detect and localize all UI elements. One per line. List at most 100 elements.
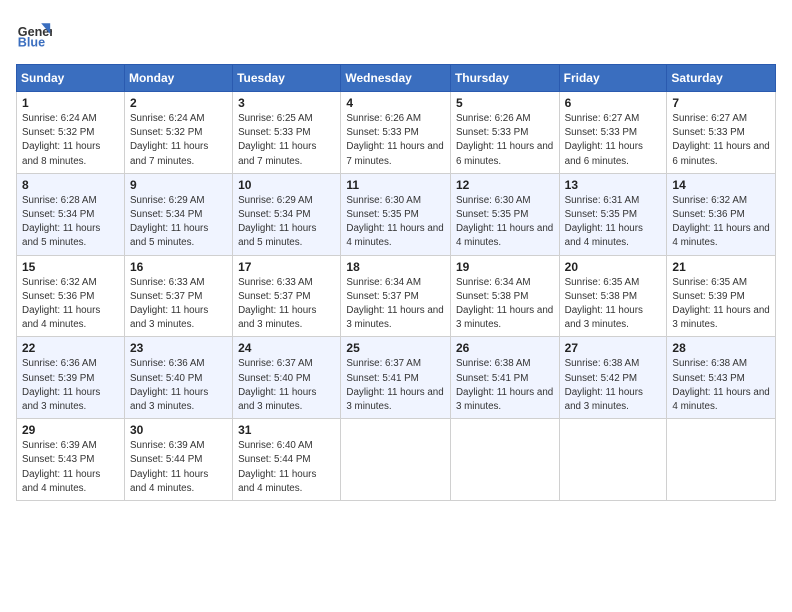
day-info: Sunrise: 6:26 AMSunset: 5:33 PMDaylight:… <box>456 112 554 169</box>
day-info: Sunrise: 6:27 AMSunset: 5:33 PMDaylight:… <box>565 112 662 169</box>
day-info: Sunrise: 6:37 AMSunset: 5:40 PMDaylight:… <box>238 357 335 414</box>
calendar-table: SundayMondayTuesdayWednesdayThursdayFrid… <box>16 64 776 501</box>
calendar-cell: 21Sunrise: 6:35 AMSunset: 5:39 PMDayligh… <box>667 255 776 337</box>
day-number: 20 <box>565 260 662 274</box>
day-number: 23 <box>130 341 227 355</box>
day-info: Sunrise: 6:30 AMSunset: 5:35 PMDaylight:… <box>346 194 445 251</box>
day-info: Sunrise: 6:35 AMSunset: 5:38 PMDaylight:… <box>565 276 662 333</box>
day-number: 7 <box>672 96 770 110</box>
day-info: Sunrise: 6:26 AMSunset: 5:33 PMDaylight:… <box>346 112 445 169</box>
calendar-cell: 10Sunrise: 6:29 AMSunset: 5:34 PMDayligh… <box>233 173 341 255</box>
day-info: Sunrise: 6:39 AMSunset: 5:44 PMDaylight:… <box>130 439 227 496</box>
calendar-cell: 31 Sunrise: 6:40 AMSunset: 5:44 PMDayligh… <box>233 419 341 501</box>
day-number: 31 <box>238 423 335 437</box>
day-number: 10 <box>238 178 335 192</box>
day-info: Sunrise: 6:38 AMSunset: 5:41 PMDaylight:… <box>456 357 554 414</box>
week-row-2: 8 Sunrise: 6:28 AMSunset: 5:34 PMDaylight… <box>17 173 776 255</box>
day-info: Sunrise: 6:32 AMSunset: 5:36 PMDaylight:… <box>22 276 119 333</box>
calendar-cell: 17 Sunrise: 6:33 AMSunset: 5:37 PMDayligh… <box>233 255 341 337</box>
day-number: 8 <box>22 178 119 192</box>
week-row-5: 29 Sunrise: 6:39 AMSunset: 5:43 PMDayligh… <box>17 419 776 501</box>
day-info: Sunrise: 6:25 AMSunset: 5:33 PMDaylight:… <box>238 112 335 169</box>
calendar-cell: 22Sunrise: 6:36 AMSunset: 5:39 PMDayligh… <box>17 337 125 419</box>
day-info: Sunrise: 6:38 AMSunset: 5:43 PMDaylight:… <box>672 357 770 414</box>
day-header-thursday: Thursday <box>450 65 559 92</box>
calendar-cell: 24 Sunrise: 6:37 AMSunset: 5:40 PMDayligh… <box>233 337 341 419</box>
day-info: Sunrise: 6:28 AMSunset: 5:34 PMDaylight:… <box>22 194 119 251</box>
day-info: Sunrise: 6:39 AMSunset: 5:43 PMDaylight:… <box>22 439 119 496</box>
calendar-cell <box>450 419 559 501</box>
day-info: Sunrise: 6:30 AMSunset: 5:35 PMDaylight:… <box>456 194 554 251</box>
day-number: 11 <box>346 178 445 192</box>
day-number: 16 <box>130 260 227 274</box>
calendar-cell <box>667 419 776 501</box>
day-number: 14 <box>672 178 770 192</box>
week-row-3: 15Sunrise: 6:32 AMSunset: 5:36 PMDayligh… <box>17 255 776 337</box>
day-number: 6 <box>565 96 662 110</box>
day-info: Sunrise: 6:33 AMSunset: 5:37 PMDaylight:… <box>130 276 227 333</box>
day-info: Sunrise: 6:40 AMSunset: 5:44 PMDaylight:… <box>238 439 335 496</box>
calendar-cell: 4 Sunrise: 6:26 AMSunset: 5:33 PMDaylight… <box>341 92 451 174</box>
day-info: Sunrise: 6:33 AMSunset: 5:37 PMDaylight:… <box>238 276 335 333</box>
day-header-friday: Friday <box>559 65 667 92</box>
day-number: 17 <box>238 260 335 274</box>
calendar-cell: 5Sunrise: 6:26 AMSunset: 5:33 PMDaylight… <box>450 92 559 174</box>
calendar-cell: 18 Sunrise: 6:34 AMSunset: 5:37 PMDayligh… <box>341 255 451 337</box>
day-number: 24 <box>238 341 335 355</box>
day-header-wednesday: Wednesday <box>341 65 451 92</box>
day-header-monday: Monday <box>124 65 232 92</box>
day-info: Sunrise: 6:36 AMSunset: 5:39 PMDaylight:… <box>22 357 119 414</box>
calendar-cell: 3 Sunrise: 6:25 AMSunset: 5:33 PMDaylight… <box>233 92 341 174</box>
logo-icon: General Blue <box>16 16 52 52</box>
calendar-cell: 28 Sunrise: 6:38 AMSunset: 5:43 PMDayligh… <box>667 337 776 419</box>
calendar-cell: 1 Sunrise: 6:24 AMSunset: 5:32 PMDaylight… <box>17 92 125 174</box>
day-number: 21 <box>672 260 770 274</box>
calendar-cell <box>559 419 667 501</box>
calendar-cell: 8 Sunrise: 6:28 AMSunset: 5:34 PMDaylight… <box>17 173 125 255</box>
calendar-cell: 16 Sunrise: 6:33 AMSunset: 5:37 PMDayligh… <box>124 255 232 337</box>
day-info: Sunrise: 6:34 AMSunset: 5:38 PMDaylight:… <box>456 276 554 333</box>
logo: General Blue <box>16 16 52 52</box>
day-number: 28 <box>672 341 770 355</box>
day-info: Sunrise: 6:24 AMSunset: 5:32 PMDaylight:… <box>22 112 119 169</box>
day-number: 18 <box>346 260 445 274</box>
day-info: Sunrise: 6:36 AMSunset: 5:40 PMDaylight:… <box>130 357 227 414</box>
calendar-cell: 2 Sunrise: 6:24 AMSunset: 5:32 PMDaylight… <box>124 92 232 174</box>
calendar-cell: 6 Sunrise: 6:27 AMSunset: 5:33 PMDaylight… <box>559 92 667 174</box>
day-number: 1 <box>22 96 119 110</box>
week-row-1: 1 Sunrise: 6:24 AMSunset: 5:32 PMDaylight… <box>17 92 776 174</box>
day-info: Sunrise: 6:29 AMSunset: 5:34 PMDaylight:… <box>130 194 227 251</box>
day-header-tuesday: Tuesday <box>233 65 341 92</box>
day-info: Sunrise: 6:31 AMSunset: 5:35 PMDaylight:… <box>565 194 662 251</box>
calendar-cell: 26Sunrise: 6:38 AMSunset: 5:41 PMDayligh… <box>450 337 559 419</box>
day-number: 2 <box>130 96 227 110</box>
day-info: Sunrise: 6:27 AMSunset: 5:33 PMDaylight:… <box>672 112 770 169</box>
calendar-cell: 25Sunrise: 6:37 AMSunset: 5:41 PMDayligh… <box>341 337 451 419</box>
svg-text:Blue: Blue <box>18 36 45 50</box>
day-info: Sunrise: 6:24 AMSunset: 5:32 PMDaylight:… <box>130 112 227 169</box>
day-header-saturday: Saturday <box>667 65 776 92</box>
day-number: 3 <box>238 96 335 110</box>
day-info: Sunrise: 6:32 AMSunset: 5:36 PMDaylight:… <box>672 194 770 251</box>
calendar-cell: 12Sunrise: 6:30 AMSunset: 5:35 PMDayligh… <box>450 173 559 255</box>
day-number: 9 <box>130 178 227 192</box>
calendar-cell: 14 Sunrise: 6:32 AMSunset: 5:36 PMDayligh… <box>667 173 776 255</box>
calendar-cell <box>341 419 451 501</box>
calendar-cell: 15Sunrise: 6:32 AMSunset: 5:36 PMDayligh… <box>17 255 125 337</box>
calendar-cell: 27Sunrise: 6:38 AMSunset: 5:42 PMDayligh… <box>559 337 667 419</box>
day-info: Sunrise: 6:37 AMSunset: 5:41 PMDaylight:… <box>346 357 445 414</box>
day-info: Sunrise: 6:34 AMSunset: 5:37 PMDaylight:… <box>346 276 445 333</box>
calendar-cell: 30Sunrise: 6:39 AMSunset: 5:44 PMDayligh… <box>124 419 232 501</box>
day-header-sunday: Sunday <box>17 65 125 92</box>
page-header: General Blue <box>16 16 776 52</box>
week-row-4: 22Sunrise: 6:36 AMSunset: 5:39 PMDayligh… <box>17 337 776 419</box>
calendar-cell: 29 Sunrise: 6:39 AMSunset: 5:43 PMDayligh… <box>17 419 125 501</box>
day-number: 13 <box>565 178 662 192</box>
calendar-cell: 9 Sunrise: 6:29 AMSunset: 5:34 PMDaylight… <box>124 173 232 255</box>
day-number: 29 <box>22 423 119 437</box>
calendar-cell: 11 Sunrise: 6:30 AMSunset: 5:35 PMDayligh… <box>341 173 451 255</box>
day-number: 27 <box>565 341 662 355</box>
calendar-cell: 20 Sunrise: 6:35 AMSunset: 5:38 PMDayligh… <box>559 255 667 337</box>
day-number: 4 <box>346 96 445 110</box>
day-number: 19 <box>456 260 554 274</box>
